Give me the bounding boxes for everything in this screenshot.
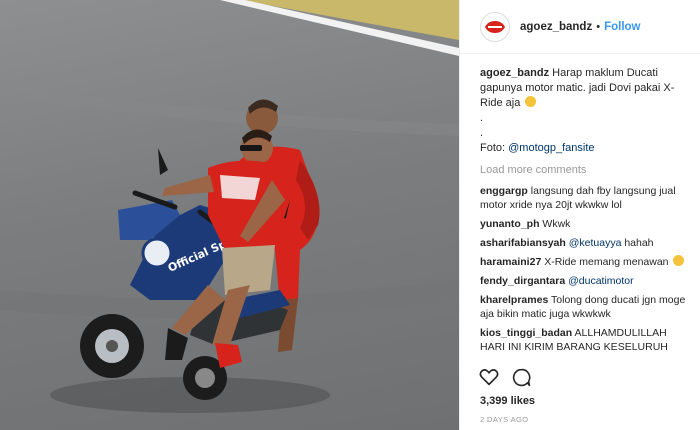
comment-text: hahah bbox=[624, 237, 654, 249]
comment-username[interactable]: enggargp bbox=[480, 185, 528, 197]
caption-photo-credit-mention[interactable]: @motogp_fansite bbox=[508, 142, 594, 154]
comment-username[interactable]: asharifabiansyah bbox=[480, 237, 566, 249]
post-timestamp: 2 DAYS AGO bbox=[480, 415, 529, 424]
comment-username[interactable]: kios_tinggi_badan bbox=[480, 327, 572, 339]
caption-dot-2: . bbox=[480, 127, 484, 139]
comment-username[interactable]: fendy_dirgantara bbox=[480, 275, 565, 287]
caption-username[interactable]: agoez_bandz bbox=[480, 67, 549, 79]
follow-button[interactable]: Follow bbox=[604, 21, 640, 33]
avatar[interactable] bbox=[480, 11, 510, 42]
caption: agoez_bandz Harap maklum Ducati gapunya … bbox=[480, 66, 690, 156]
list-item: yunanto_ph Wkwk bbox=[480, 217, 690, 231]
comment-username[interactable]: yunanto_ph bbox=[480, 218, 540, 230]
list-item: fendy_dirgantara @ducatimotor bbox=[480, 274, 690, 288]
speech-bubble-icon bbox=[512, 368, 530, 386]
comment-username[interactable]: kharelprames bbox=[480, 294, 548, 306]
load-more-comments-button[interactable]: Load more comments bbox=[480, 163, 690, 178]
post-photo[interactable]: Official Sponsor bbox=[0, 0, 459, 430]
comment-mention[interactable]: @ketuayya bbox=[569, 237, 622, 249]
list-item: asharifabiansyah @ketuayya hahah bbox=[480, 236, 690, 250]
comment-text: Wkwk bbox=[542, 218, 571, 230]
smiling-emoji-icon bbox=[673, 255, 685, 266]
riders-on-scooter-illustration: Official Sponsor bbox=[0, 0, 459, 413]
caption-photo-credit-label: Foto: bbox=[480, 142, 509, 154]
laughing-emoji-icon bbox=[525, 96, 537, 107]
list-item: haramaini27 X-Ride memang menawan bbox=[480, 255, 690, 269]
like-button[interactable] bbox=[478, 366, 500, 388]
header-separator: • bbox=[596, 20, 601, 33]
list-item: kharelprames Tolong dong ducati jgn moge… bbox=[480, 293, 690, 321]
list-item: enggargp langsung dah fby langsung jual … bbox=[480, 184, 690, 212]
caption-dot-1: . bbox=[480, 112, 484, 124]
post-header: agoez_bandz • Follow bbox=[460, 0, 700, 54]
post-side-panel: agoez_bandz • Follow agoez_bandz Harap m… bbox=[459, 0, 700, 430]
list-item: kios_tinggi_badan ALLHAMDULILLAH HARI IN… bbox=[480, 326, 690, 356]
heart-icon bbox=[479, 369, 499, 386]
comments-list[interactable]: agoez_bandz Harap maklum Ducati gapunya … bbox=[480, 66, 690, 356]
comment-text: X-Ride memang menawan bbox=[544, 256, 669, 268]
comment-button[interactable] bbox=[510, 366, 532, 388]
comment-mention[interactable]: @ducatimotor bbox=[568, 275, 634, 287]
likes-count[interactable]: 3,399 likes bbox=[480, 395, 535, 407]
comment-username[interactable]: haramaini27 bbox=[480, 256, 541, 268]
post-actions bbox=[478, 366, 532, 388]
ducati-logo-icon bbox=[485, 20, 505, 33]
header-username[interactable]: agoez_bandz bbox=[520, 21, 592, 33]
